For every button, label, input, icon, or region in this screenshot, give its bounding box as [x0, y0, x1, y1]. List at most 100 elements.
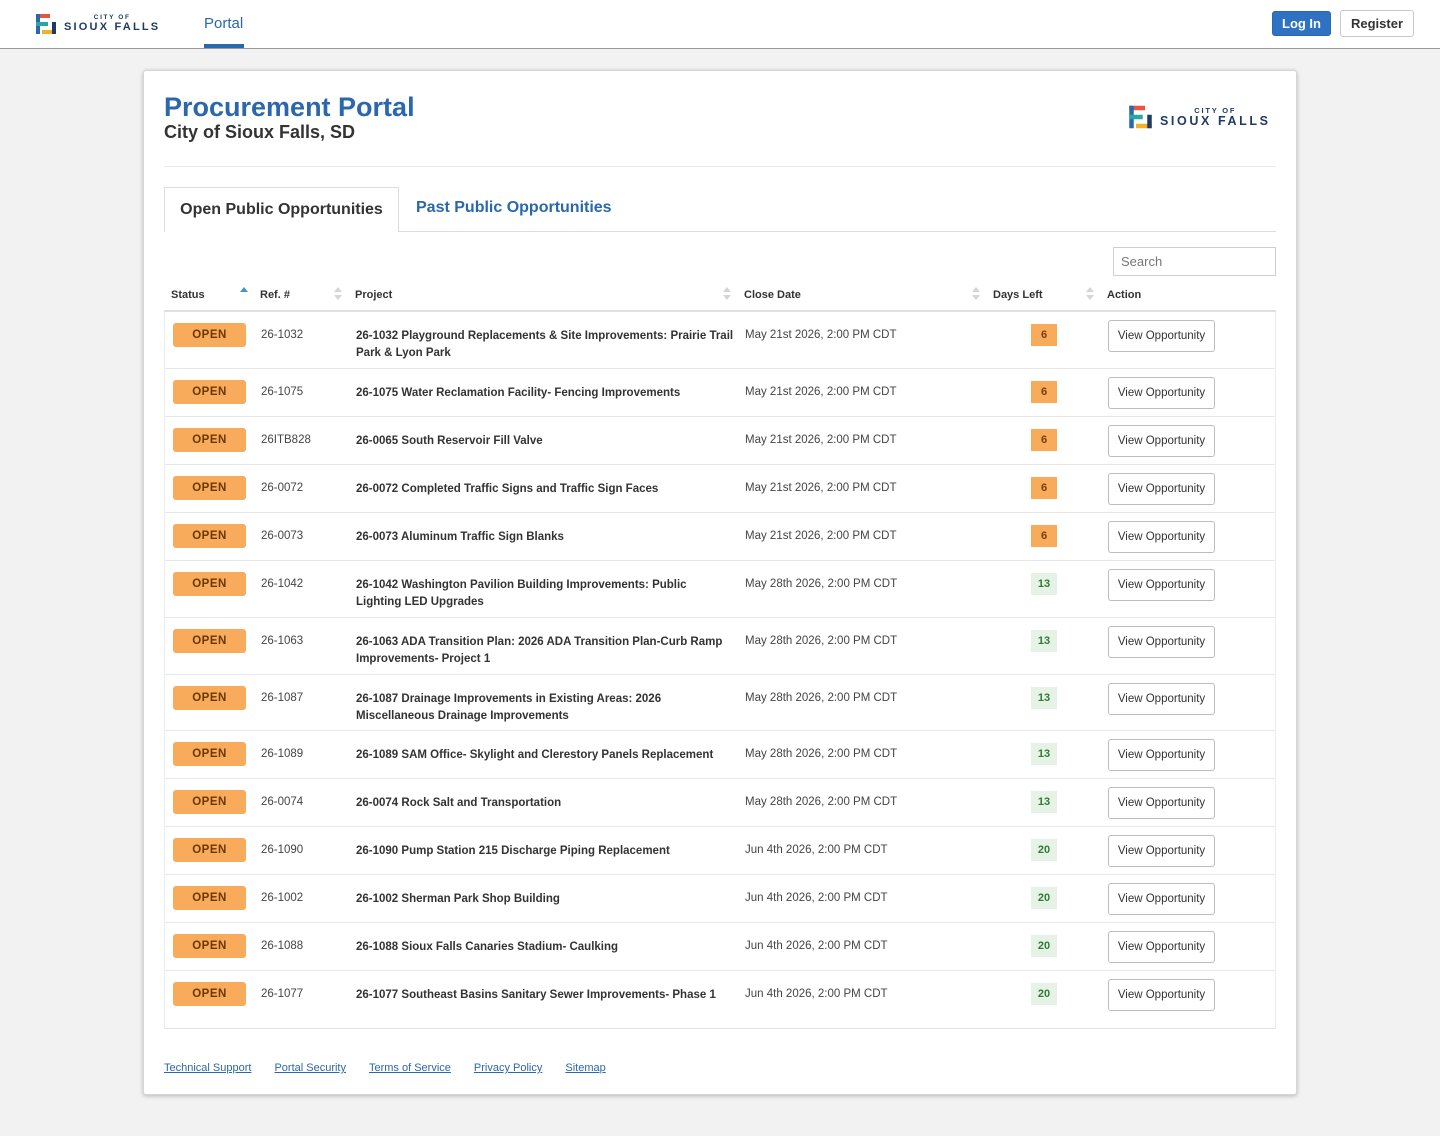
- view-opportunity-button[interactable]: View Opportunity: [1108, 569, 1215, 601]
- column-header-status[interactable]: Status: [171, 289, 205, 301]
- view-opportunity-button[interactable]: View Opportunity: [1108, 425, 1215, 457]
- status-badge: OPEN: [173, 982, 246, 1006]
- days-left-badge: 20: [1031, 839, 1057, 861]
- view-opportunity-button[interactable]: View Opportunity: [1108, 739, 1215, 771]
- project-name: 26-0065 South Reservoir Fill Valve: [356, 435, 543, 447]
- days-left-badge: 6: [1031, 477, 1057, 499]
- footer-link-sitemap[interactable]: Sitemap: [565, 1062, 605, 1074]
- column-header-close-date[interactable]: Close Date: [744, 289, 801, 301]
- ref-number: 26-1063: [261, 635, 304, 647]
- sort-ascending-icon[interactable]: [240, 287, 248, 301]
- logo-big-text: SIOUX FALLS: [64, 21, 161, 34]
- days-left-badge: 13: [1031, 573, 1057, 595]
- view-opportunity-button[interactable]: View Opportunity: [1108, 883, 1215, 915]
- ref-number: 26-1088: [261, 940, 304, 952]
- card-logo-text: CITY OF SIOUX FALLS: [1160, 106, 1271, 128]
- close-date: May 28th 2026, 2:00 PM CDT: [745, 635, 898, 647]
- ref-number: 26-1077: [261, 988, 304, 1000]
- sort-icon[interactable]: [1086, 287, 1094, 301]
- view-opportunity-button[interactable]: View Opportunity: [1108, 521, 1215, 553]
- login-button[interactable]: Log In: [1272, 11, 1331, 36]
- view-opportunity-button[interactable]: View Opportunity: [1108, 377, 1215, 409]
- table-row: OPEN 26-1088 26-1088 Sioux Falls Canarie…: [165, 923, 1275, 971]
- column-header-ref[interactable]: Ref. #: [260, 289, 290, 301]
- table-row: OPEN 26-1063 26-1063 ADA Transition Plan…: [165, 618, 1275, 675]
- column-header-days-left[interactable]: Days Left: [993, 289, 1043, 301]
- sort-icon[interactable]: [972, 287, 980, 301]
- ref-number: 26-1002: [261, 892, 304, 904]
- close-date: May 21st 2026, 2:00 PM CDT: [745, 530, 897, 542]
- status-badge: OPEN: [173, 742, 246, 766]
- opportunities-table: OPEN 26-1032 26-1032 Playground Replacem…: [164, 312, 1276, 1029]
- page-subtitle: City of Sioux Falls, SD: [164, 122, 356, 142]
- project-name: 26-1077 Southeast Basins Sanitary Sewer …: [356, 989, 716, 1001]
- table-row: OPEN 26ITB828 26-0065 South Reservoir Fi…: [165, 417, 1275, 465]
- close-date: Jun 4th 2026, 2:00 PM CDT: [745, 844, 888, 856]
- close-date: May 21st 2026, 2:00 PM CDT: [745, 386, 897, 398]
- close-date: May 21st 2026, 2:00 PM CDT: [745, 329, 897, 341]
- status-badge: OPEN: [173, 838, 246, 862]
- tab-past-opportunities[interactable]: Past Public Opportunities: [416, 199, 612, 217]
- close-date: May 28th 2026, 2:00 PM CDT: [745, 796, 898, 808]
- ref-number: 26-0073: [261, 530, 304, 542]
- table-row: OPEN 26-0072 26-0072 Completed Traffic S…: [165, 465, 1275, 513]
- card-city-logo: CITY OF SIOUX FALLS: [1127, 103, 1271, 131]
- table-row: OPEN 26-0074 26-0074 Rock Salt and Trans…: [165, 779, 1275, 827]
- sioux-falls-logo-icon: [36, 14, 56, 34]
- project-name: 26-1063 ADA Transition Plan: 2026 ADA Tr…: [356, 636, 723, 665]
- sort-icon[interactable]: [723, 287, 731, 301]
- project-name: 26-0073 Aluminum Traffic Sign Blanks: [356, 531, 564, 543]
- footer-link-portal-security[interactable]: Portal Security: [274, 1062, 346, 1074]
- table-row: OPEN 26-1075 26-1075 Water Reclamation F…: [165, 369, 1275, 417]
- footer-links: Technical Support Portal Security Terms …: [164, 1062, 629, 1074]
- footer-link-privacy-policy[interactable]: Privacy Policy: [474, 1062, 542, 1074]
- status-badge: OPEN: [173, 428, 246, 452]
- view-opportunity-button[interactable]: View Opportunity: [1108, 979, 1215, 1011]
- close-date: Jun 4th 2026, 2:00 PM CDT: [745, 892, 888, 904]
- table-row: OPEN 26-1087 26-1087 Drainage Improvemen…: [165, 675, 1275, 731]
- project-name: 26-1002 Sherman Park Shop Building: [356, 893, 560, 905]
- sioux-falls-logo-icon: [1129, 105, 1152, 129]
- days-left-badge: 13: [1031, 687, 1057, 709]
- column-header-project[interactable]: Project: [355, 289, 392, 301]
- days-left-badge: 13: [1031, 743, 1057, 765]
- tab-open-opportunities[interactable]: Open Public Opportunities: [164, 187, 399, 232]
- project-name: 26-1088 Sioux Falls Canaries Stadium- Ca…: [356, 941, 619, 953]
- city-logo[interactable]: CITY OF SIOUX FALLS: [34, 11, 160, 37]
- nav-tab-portal[interactable]: Portal: [204, 15, 243, 32]
- view-opportunity-button[interactable]: View Opportunity: [1108, 626, 1215, 658]
- close-date: May 21st 2026, 2:00 PM CDT: [745, 434, 897, 446]
- view-opportunity-button[interactable]: View Opportunity: [1108, 787, 1215, 819]
- ref-number: 26-1087: [261, 692, 304, 704]
- header-divider: [164, 166, 1276, 167]
- top-navbar: CITY OF SIOUX FALLS Portal Log In Regist…: [0, 0, 1440, 49]
- table-row: OPEN 26-1002 26-1002 Sherman Park Shop B…: [165, 875, 1275, 923]
- status-badge: OPEN: [173, 686, 246, 710]
- ref-number: 26ITB828: [261, 434, 311, 446]
- status-badge: OPEN: [173, 629, 246, 653]
- status-badge: OPEN: [173, 572, 246, 596]
- view-opportunity-button[interactable]: View Opportunity: [1108, 473, 1215, 505]
- project-name: 26-1089 SAM Office- Skylight and Clerest…: [356, 749, 714, 761]
- table-row: OPEN 26-1090 26-1090 Pump Station 215 Di…: [165, 827, 1275, 875]
- footer-link-terms-of-service[interactable]: Terms of Service: [369, 1062, 451, 1074]
- register-button[interactable]: Register: [1340, 10, 1414, 37]
- days-left-badge: 20: [1031, 887, 1057, 909]
- column-header-action: Action: [1107, 289, 1142, 301]
- close-date: Jun 4th 2026, 2:00 PM CDT: [745, 988, 888, 1000]
- footer-link-technical-support[interactable]: Technical Support: [164, 1062, 251, 1074]
- view-opportunity-button[interactable]: View Opportunity: [1108, 683, 1215, 715]
- status-badge: OPEN: [173, 934, 246, 958]
- project-name: 26-1032 Playground Replacements & Site I…: [356, 330, 734, 359]
- close-date: May 21st 2026, 2:00 PM CDT: [745, 482, 897, 494]
- view-opportunity-button[interactable]: View Opportunity: [1108, 931, 1215, 963]
- search-input[interactable]: [1113, 247, 1276, 276]
- sort-icon[interactable]: [334, 287, 342, 301]
- view-opportunity-button[interactable]: View Opportunity: [1108, 320, 1215, 352]
- project-name: 26-1087 Drainage Improvements in Existin…: [356, 693, 662, 722]
- days-left-badge: 13: [1031, 791, 1057, 813]
- table-row: OPEN 26-1032 26-1032 Playground Replacem…: [165, 312, 1275, 369]
- view-opportunity-button[interactable]: View Opportunity: [1108, 835, 1215, 867]
- tabs-divider: [399, 231, 1276, 232]
- days-left-badge: 6: [1031, 429, 1057, 451]
